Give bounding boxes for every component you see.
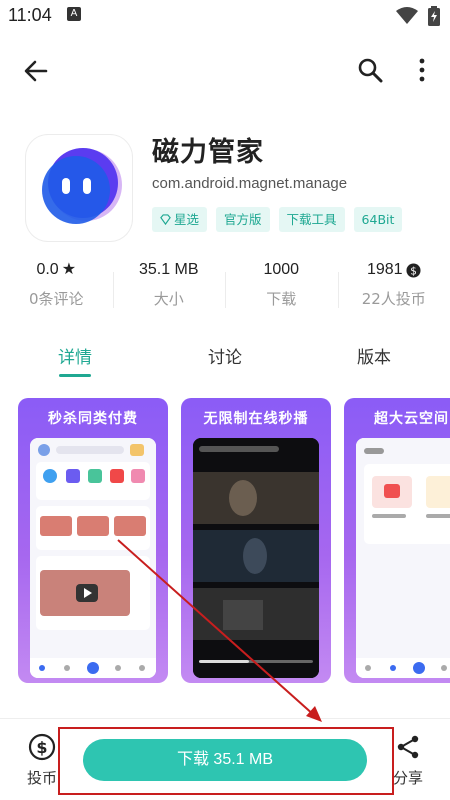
- share-icon: [397, 735, 419, 759]
- download-button[interactable]: 下载 35.1 MB: [83, 739, 367, 781]
- top-app-bar: [0, 48, 450, 92]
- tag-star-pick: 星选: [152, 207, 208, 232]
- stat-size: 35.1 MB 大小: [112, 258, 226, 318]
- diamond-icon: [160, 214, 171, 225]
- tab-details[interactable]: 详情: [58, 343, 92, 368]
- bottom-action-bar: $ 投币 下载 35.1 MB 分享: [0, 718, 450, 800]
- screenshot-2[interactable]: 无限制在线秒播: [181, 398, 331, 683]
- status-time: 11:04: [8, 5, 52, 25]
- search-icon[interactable]: [356, 56, 384, 84]
- stat-rating: 0.0 ★ 0条评论: [0, 258, 113, 318]
- svg-text:$: $: [36, 738, 47, 757]
- rating-label: 0条评论: [28, 290, 84, 308]
- package-name: com.android.magnet.manage: [152, 175, 348, 192]
- screenshot-1-title: 秒杀同类付费: [48, 411, 138, 427]
- coins-value: 1981: [366, 261, 403, 278]
- wifi-icon: [396, 7, 418, 24]
- screenshot-3-title: 超大云空间内: [374, 411, 450, 427]
- battery-icon: [428, 6, 440, 26]
- svg-text:$: $: [410, 265, 417, 277]
- screenshot-1-mockup: [30, 438, 156, 678]
- tag-category: 下载工具: [278, 207, 345, 232]
- back-arrow-icon[interactable]: [22, 57, 50, 85]
- share-label: 分享: [392, 769, 423, 787]
- status-icons: [396, 6, 440, 26]
- status-bar: 11:04 A: [0, 0, 450, 32]
- tab-discussion[interactable]: 讨论: [208, 343, 242, 368]
- screenshot-1[interactable]: 秒杀同类付费: [18, 398, 168, 683]
- donate-coin-button[interactable]: $ 投币: [22, 733, 62, 788]
- screenshot-2-title: 无限制在线秒播: [203, 411, 309, 427]
- tab-indicator: [59, 374, 91, 377]
- more-options-icon[interactable]: [410, 56, 434, 84]
- screenshot-carousel[interactable]: 秒杀同类付费 无限制在线秒播 超大云空间: [18, 398, 450, 684]
- notification-icon: A: [67, 7, 81, 21]
- tag-arch: 64Bit: [353, 207, 403, 232]
- screenshot-3-mockup: [356, 438, 450, 678]
- rating-value: 0.0: [36, 261, 59, 278]
- stat-coins: 1981 $ 22人投币: [337, 258, 450, 318]
- downloads-value: 1000: [263, 261, 300, 278]
- coin-icon: $: [406, 262, 421, 278]
- size-value: 35.1 MB: [138, 261, 199, 278]
- downloads-label: 下载: [266, 290, 297, 308]
- tab-bar: 详情 讨论 版本: [0, 338, 450, 382]
- share-button[interactable]: 分享: [388, 733, 428, 788]
- app-icon: [26, 135, 132, 241]
- star-icon: ★: [61, 261, 77, 278]
- donate-coin-label: 投币: [26, 769, 57, 787]
- stat-downloads: 1000 下载: [225, 258, 338, 318]
- app-name: 磁力管家: [152, 137, 264, 168]
- tag-official: 官方版: [216, 207, 270, 232]
- app-tags: 星选 官方版 下载工具 64Bit: [152, 207, 403, 232]
- size-label: 大小: [153, 290, 184, 308]
- screenshot-3[interactable]: 超大云空间内: [344, 398, 450, 683]
- coins-label: 22人投币: [361, 290, 426, 308]
- tab-versions[interactable]: 版本: [357, 343, 391, 368]
- screenshot-2-mockup: [193, 438, 319, 678]
- stats-row: 0.0 ★ 0条评论 35.1 MB 大小 1000 下载 1981 $ 22人投…: [0, 258, 450, 318]
- coin-icon: $: [28, 733, 56, 761]
